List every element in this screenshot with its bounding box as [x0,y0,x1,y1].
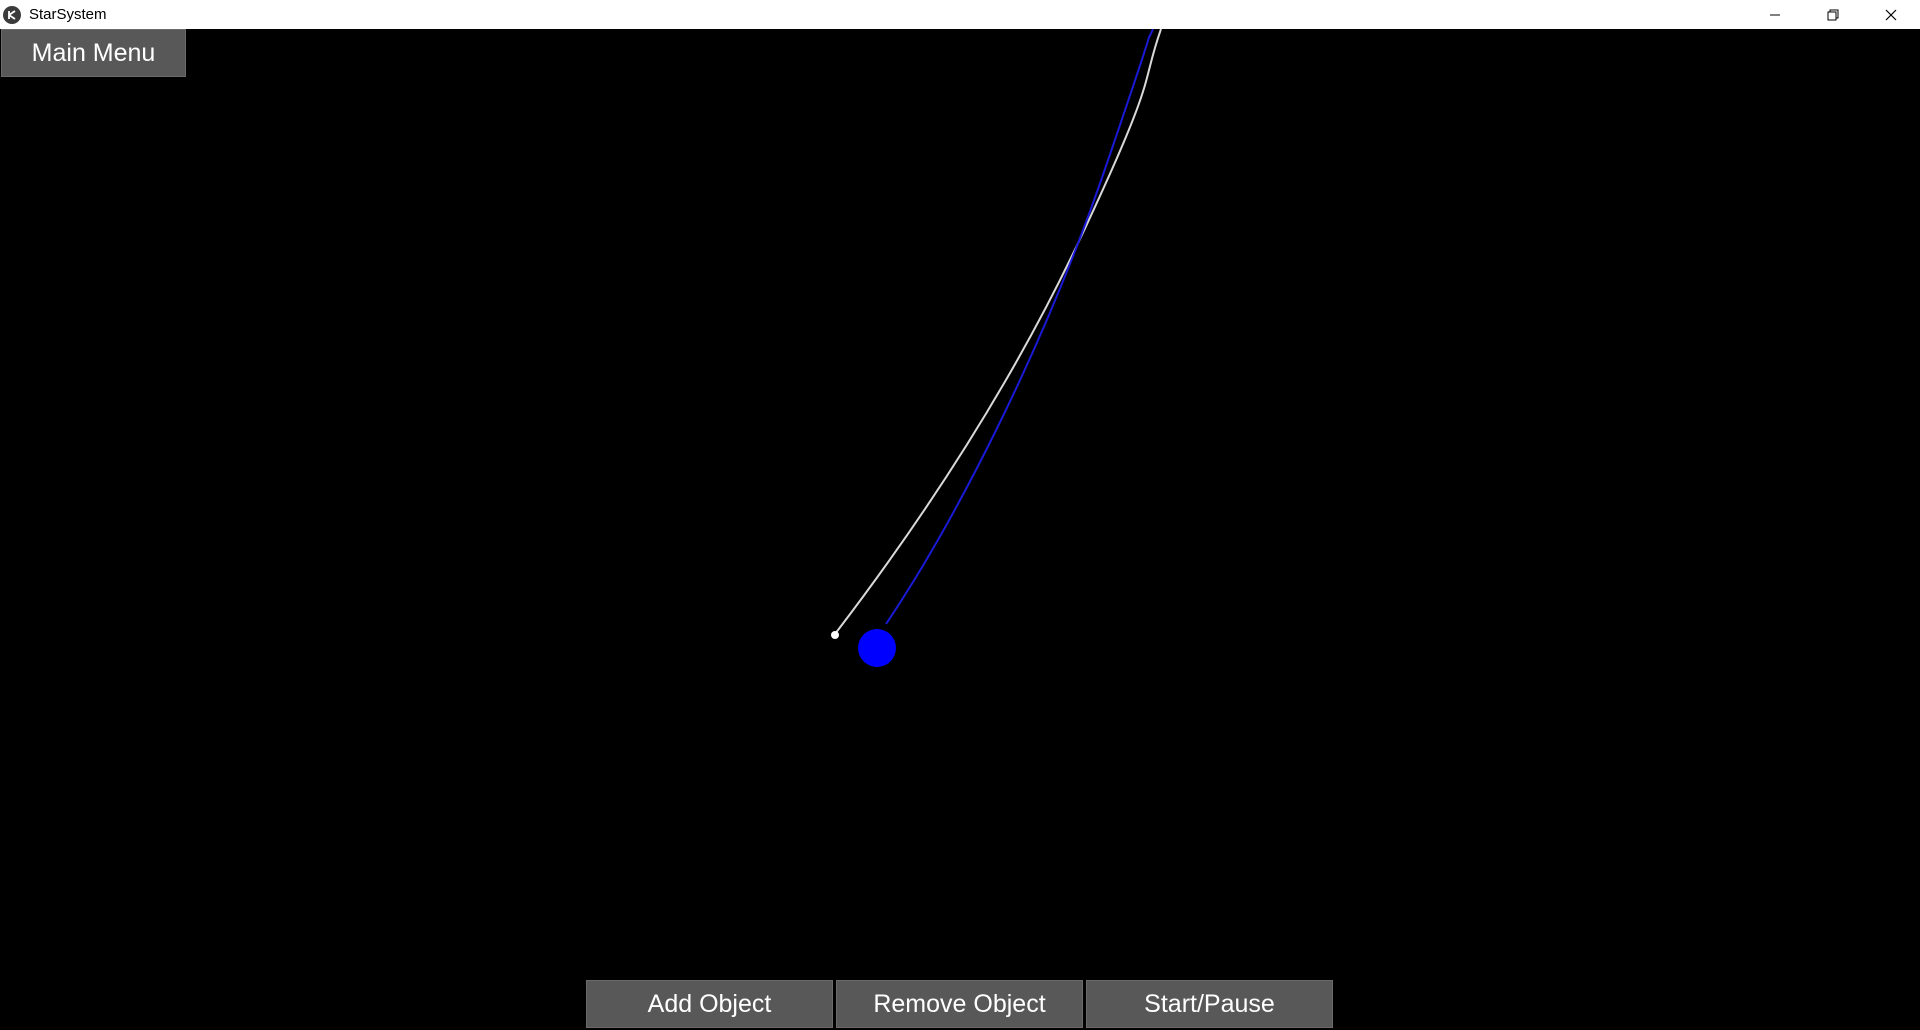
close-icon[interactable] [1862,0,1920,29]
add-object-button[interactable]: Add Object [586,980,833,1028]
main-menu-button[interactable]: Main Menu [1,29,186,77]
window-title: StarSystem [29,6,107,23]
simulation-canvas[interactable] [0,29,1920,1030]
remove-object-button[interactable]: Remove Object [836,980,1083,1028]
app-window: StarSystem Main Menu Add Object Remove O… [0,0,1920,1030]
title-bar[interactable]: StarSystem [0,0,1920,29]
blue-planet [858,629,896,667]
white-small-body [831,631,839,639]
minimize-icon[interactable] [1746,0,1804,29]
start-pause-button[interactable]: Start/Pause [1086,980,1333,1028]
app-icon [3,5,21,24]
blue-orbit-trail [885,29,1154,625]
white-orbit-trail [834,29,1162,635]
simulation-drawing [831,29,1162,667]
restore-icon[interactable] [1804,0,1862,29]
window-controls [1746,0,1920,29]
